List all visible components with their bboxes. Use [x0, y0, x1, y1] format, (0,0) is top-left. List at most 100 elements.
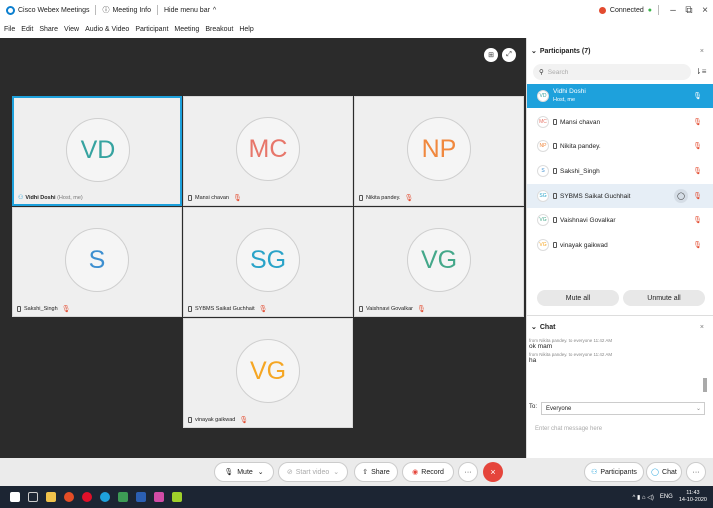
chat-button[interactable]: ◯ Chat [646, 462, 682, 482]
participant-row[interactable]: NP Nikita pandey. 🎙 [527, 134, 713, 158]
video-tile-sg[interactable]: SG SYBMS Saikat Guchhait 🎙 [183, 207, 353, 317]
record-button[interactable]: ◉ Record [402, 462, 454, 482]
mic-muted-icon[interactable]: 🎙 [693, 216, 702, 224]
close-chat-icon[interactable]: × [700, 324, 704, 331]
photos-icon[interactable] [154, 492, 164, 502]
mic-muted-icon[interactable]: 🎙 [693, 142, 702, 150]
video-stage: ⊞ ⤢ VD ⚇ Vidhi Doshi (Host, me) MC Mansi … [0, 38, 526, 458]
mic-muted-icon[interactable]: 🎙 [693, 167, 702, 175]
chevron-up-icon: ^ [212, 6, 217, 14]
chat-input[interactable]: Enter chat message here [535, 426, 602, 432]
menu-file[interactable]: File [4, 26, 15, 33]
layout-grid-icon[interactable]: ⊞ [484, 48, 498, 62]
device-icon [553, 119, 557, 125]
share-button[interactable]: ⇧ Share [354, 462, 398, 482]
mic-muted-icon: 🎙 [239, 417, 249, 424]
participant-row[interactable]: MC Mansi chavan 🎙 [527, 110, 713, 134]
mute-all-button[interactable]: Mute all [537, 290, 619, 306]
restore-button[interactable]: ⧉ [681, 5, 697, 16]
minimize-button[interactable]: – [665, 5, 681, 16]
mic-muted-icon[interactable]: 🎙 [693, 192, 702, 200]
participant-row[interactable]: SG SYBMS Saikat Guchhait ◯ 🎙 [527, 184, 713, 208]
sort-icon[interactable]: ⇂≡ [695, 67, 706, 76]
record-icon: ◉ [412, 469, 419, 476]
menu-participant[interactable]: Participant [135, 26, 168, 33]
chat-messages: from Nikita pandey. to everyone 11:42 AM… [529, 338, 699, 364]
menu-share[interactable]: Share [39, 26, 58, 33]
menu-view[interactable]: View [64, 26, 79, 33]
chat-message-text: ok mam [529, 343, 553, 350]
participant-row[interactable]: S Sakshi_Singh 🎙 [527, 159, 713, 183]
video-tile-vg1[interactable]: VG Vaishnavi Govalkar 🎙 [354, 207, 524, 317]
participant-row[interactable]: VG vinayak gaikwad 🎙 [527, 233, 713, 257]
participant-row-host[interactable]: VD Vidhi Doshi Host, me 🎙 [527, 84, 713, 108]
avatar-initials: S [88, 245, 106, 274]
participants-header[interactable]: ⌄ Participants (7) × [527, 42, 713, 60]
search-icon: ⚲ [539, 69, 544, 76]
menu-help[interactable]: Help [239, 26, 253, 33]
excel-icon[interactable] [118, 492, 128, 502]
device-icon [359, 195, 363, 201]
task-view-icon[interactable] [28, 492, 38, 502]
avatar: S [537, 165, 549, 177]
participant-row[interactable]: VG Vaishnavi Govalkar 🎙 [527, 208, 713, 232]
video-tile-mc[interactable]: MC Mansi chavan 🎙 [183, 96, 353, 206]
mute-button[interactable]: 🎙 Mute ⌄ [214, 462, 274, 482]
mic-muted-icon: 🎙 [61, 306, 71, 313]
person-icon: ⚇ [591, 469, 598, 476]
avatar: SG [537, 190, 549, 202]
host-icon: ⚇ [18, 195, 24, 201]
device-icon [553, 217, 557, 223]
menu-meeting[interactable]: Meeting [174, 26, 199, 33]
more-options-button[interactable]: ··· [458, 462, 478, 482]
video-tile-vd[interactable]: VD ⚇ Vidhi Doshi (Host, me) [12, 96, 182, 206]
mic-muted-icon[interactable]: 🎙 [693, 118, 702, 126]
leave-meeting-button[interactable]: × [483, 462, 503, 482]
avatar: NP [537, 140, 549, 152]
tray-icons[interactable]: ^ ▮ ⌂ ◁) [632, 494, 653, 501]
start-video-button[interactable]: ⊘ Start video ⌄ [278, 462, 348, 482]
device-icon [188, 195, 192, 201]
app-icon[interactable] [172, 492, 182, 502]
avatar-initials: VG [420, 245, 458, 274]
to-label: To: [529, 404, 538, 410]
avatar: SG [236, 228, 300, 292]
mic-muted-icon[interactable]: 🎙 [693, 241, 702, 249]
close-window-button[interactable]: × [697, 5, 713, 16]
language-indicator[interactable]: ENG [660, 494, 673, 500]
chat-scrollbar[interactable] [702, 338, 707, 396]
word-icon[interactable] [136, 492, 146, 502]
video-tile-s[interactable]: S Sakshi_Singh 🎙 [12, 207, 182, 317]
video-tile-np[interactable]: NP Nikita pandey. 🎙 [354, 96, 524, 206]
participants-button[interactable]: ⚇ Participants [584, 462, 644, 482]
chrome-icon[interactable] [64, 492, 74, 502]
connection-status[interactable]: Connected ● [593, 0, 658, 20]
file-explorer-icon[interactable] [46, 492, 56, 502]
unmute-all-button[interactable]: Unmute all [623, 290, 705, 306]
menu-breakout[interactable]: Breakout [205, 26, 233, 33]
webex-icon[interactable] [100, 492, 110, 502]
mic-icon[interactable]: 🎙 [693, 92, 702, 100]
hide-menu-bar-button[interactable]: Hide menu bar ^ [158, 0, 222, 20]
share-icon: ⇧ [362, 469, 369, 476]
fullscreen-icon[interactable]: ⤢ [502, 48, 516, 62]
chat-header[interactable]: ⌄ Chat × [527, 318, 713, 336]
panel-more-button[interactable]: ··· [686, 462, 706, 482]
participant-search[interactable]: ⚲ Search [533, 64, 691, 80]
menu-edit[interactable]: Edit [21, 26, 33, 33]
mic-muted-icon: 🎙 [258, 306, 268, 313]
device-icon [17, 306, 21, 312]
close-participants-icon[interactable]: × [700, 48, 704, 55]
windows-start-icon[interactable] [10, 492, 20, 502]
video-tile-vg2[interactable]: VG vinayak gaikwad 🎙 [183, 318, 353, 428]
meeting-info-button[interactable]: ⓘ Meeting Info [96, 0, 157, 20]
avatar-initials: NP [421, 134, 457, 163]
recipient-select[interactable]: Everyone ⌄ [541, 402, 705, 415]
app-title: Cisco Webex Meetings [0, 0, 95, 20]
menu-audio-video[interactable]: Audio & Video [85, 26, 129, 33]
device-icon [553, 193, 557, 199]
opera-icon[interactable] [82, 492, 92, 502]
clock[interactable]: 11:43 14-10-2020 [679, 490, 707, 504]
chat-bubble-icon[interactable]: ◯ [674, 189, 688, 203]
menu-bar: File Edit Share View Audio & Video Parti… [0, 20, 713, 38]
